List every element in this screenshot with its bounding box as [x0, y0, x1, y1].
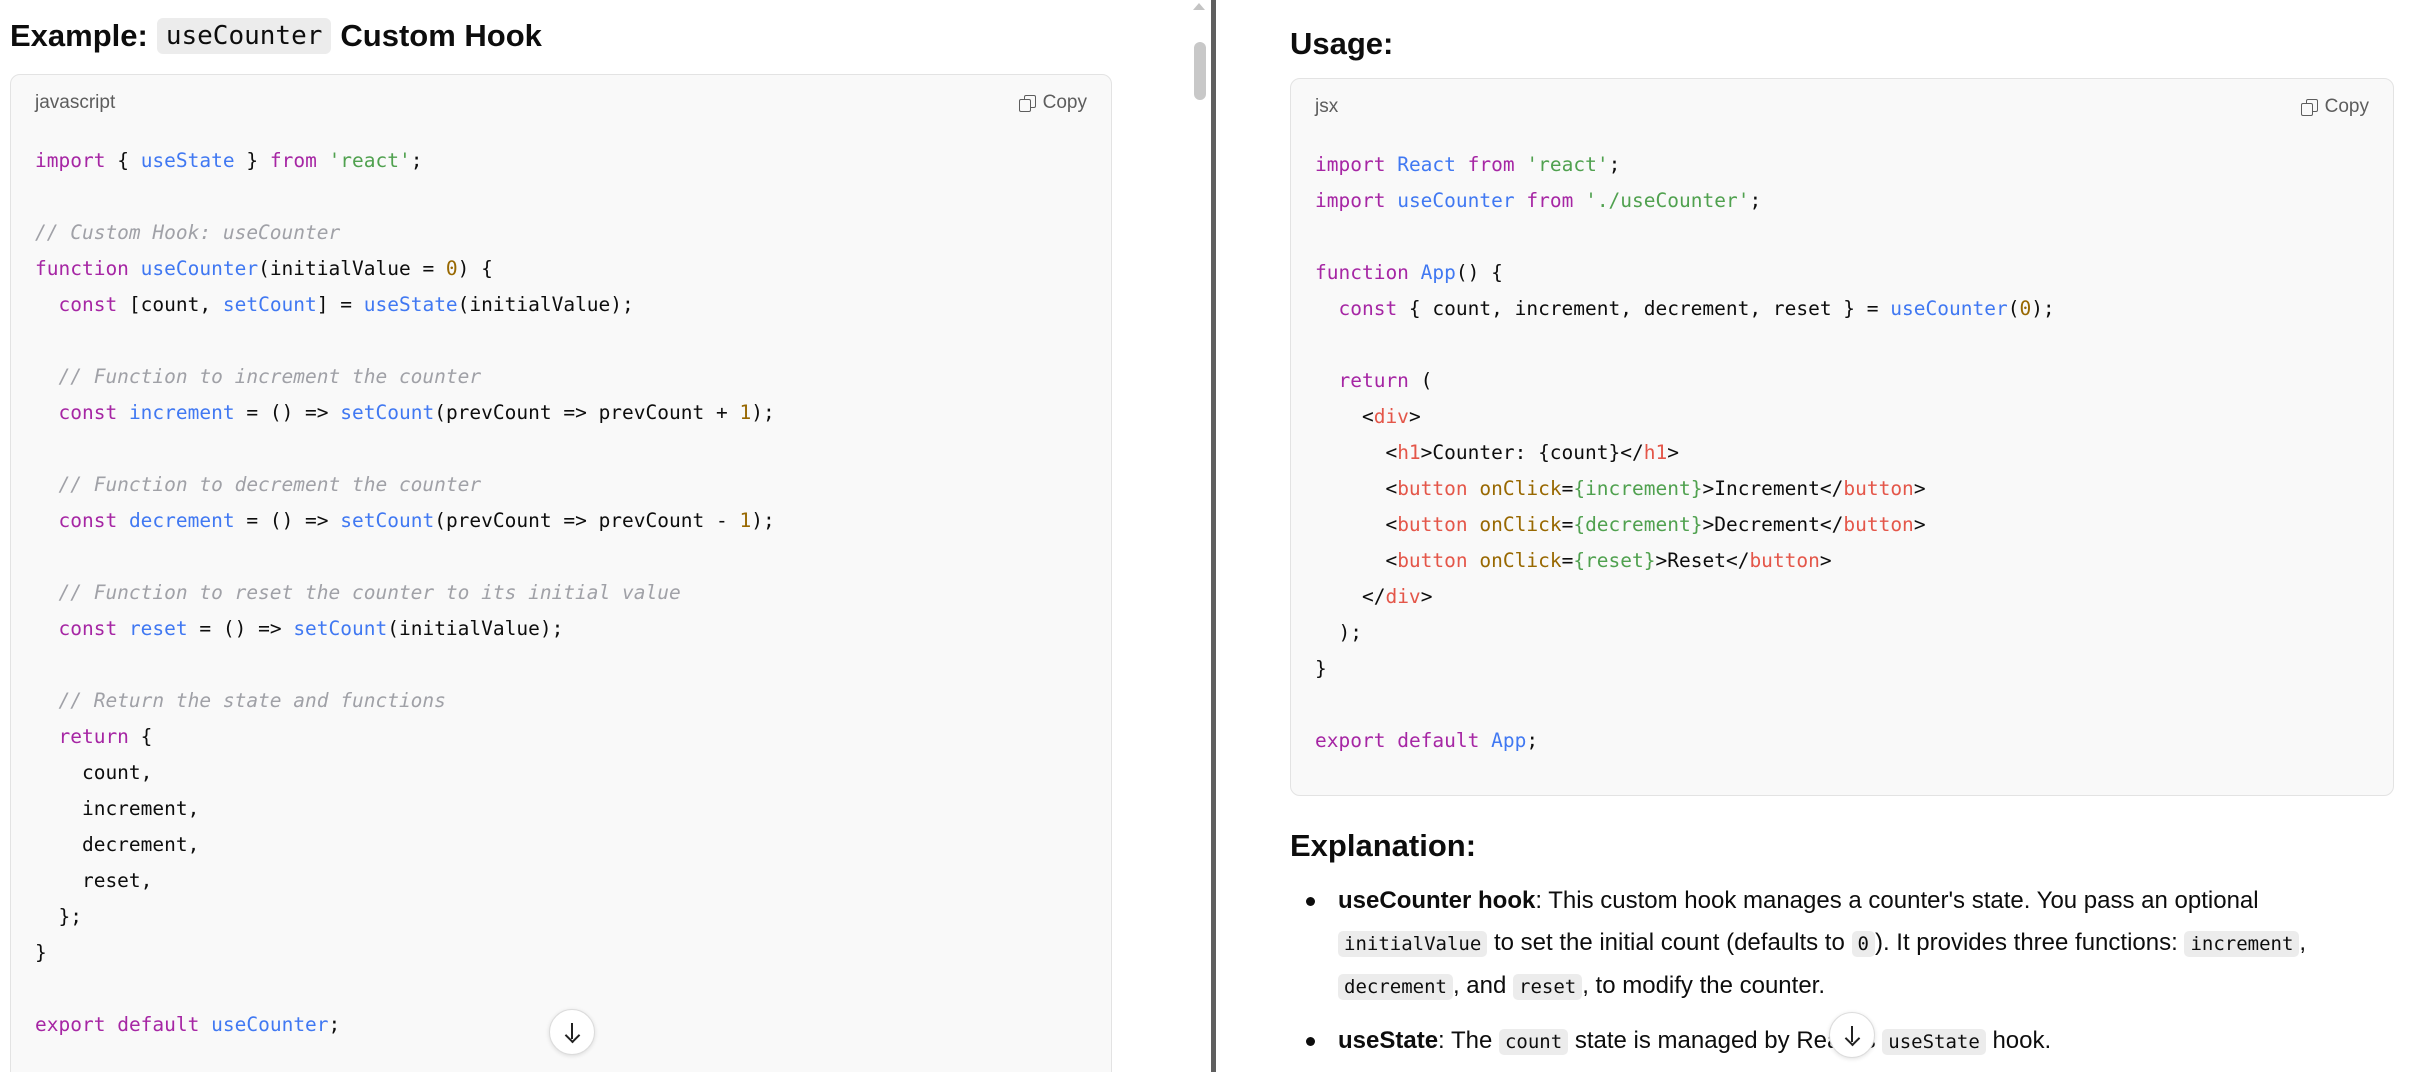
- code-block-header: jsx Copy: [1291, 79, 2393, 135]
- scroll-to-bottom-button[interactable]: [549, 1009, 595, 1055]
- copy-label: Copy: [1042, 92, 1087, 113]
- list-item: useCounter hook: This custom hook manage…: [1290, 880, 2410, 1008]
- title-suffix: Custom Hook: [340, 18, 542, 53]
- copy-label: Copy: [2324, 96, 2369, 117]
- scroll-up-arrow-icon[interactable]: [1193, 3, 1205, 10]
- arrow-down-icon: [1844, 1025, 1860, 1045]
- split-divider[interactable]: [1211, 0, 1216, 1072]
- title-inline-code: useCounter: [156, 18, 332, 54]
- explanation-heading: Explanation:: [1290, 828, 1477, 863]
- list-item-text: hook.: [1985, 1027, 2052, 1054]
- list-item-text: , and: [1452, 972, 1513, 999]
- copy-icon: [1018, 95, 1036, 112]
- title-prefix: Example:: [10, 18, 148, 53]
- list-item-text: : This custom hook manages a counter's s…: [1535, 887, 2259, 914]
- left-pane: Example: useCounter Custom Hook javascri…: [0, 0, 1192, 1072]
- inline-code: reset: [1513, 974, 1583, 1000]
- page-title: Example: useCounter Custom Hook: [10, 18, 542, 54]
- copy-code-button[interactable]: Copy: [2300, 96, 2369, 118]
- list-item-text: to set the initial count (defaults to: [1487, 929, 1852, 956]
- code-language-label: jsx: [1315, 96, 1339, 117]
- code-content: import { useState } from 'react'; // Cus…: [35, 149, 775, 1036]
- scroll-to-bottom-button[interactable]: [1829, 1012, 1875, 1058]
- code-language-label: javascript: [35, 92, 116, 113]
- code-block-jsx: jsx Copy import React from 'react'; impo…: [1290, 78, 2394, 796]
- inline-code: 0: [1851, 931, 1875, 957]
- list-item-text: , to modify the counter.: [1582, 972, 1826, 999]
- list-item-bold: useCounter hook: [1338, 887, 1536, 914]
- list-item-text: ). It provides three functions:: [1874, 929, 2185, 956]
- list-item-text: ,: [2299, 929, 2307, 956]
- inline-code: decrement: [1338, 974, 1453, 1000]
- code-content: import React from 'react'; import useCou…: [1315, 153, 2055, 752]
- list-item-bold: useState: [1338, 1027, 1439, 1054]
- code-block-javascript: javascript Copy import { useState } from…: [10, 74, 1112, 1072]
- inline-code: initialValue: [1338, 931, 1488, 957]
- scrollbar-track[interactable]: [1190, 0, 1210, 1072]
- inline-code: count: [1498, 1029, 1569, 1055]
- copy-code-button[interactable]: Copy: [1018, 92, 1087, 114]
- code-block-header: javascript Copy: [11, 75, 1111, 131]
- arrow-down-icon: [564, 1022, 580, 1042]
- list-item-text: : The: [1438, 1027, 1499, 1054]
- inline-code: increment: [2184, 931, 2300, 957]
- copy-icon: [2300, 99, 2318, 116]
- scrollbar-thumb[interactable]: [1194, 42, 1206, 100]
- inline-code: useState: [1882, 1029, 1986, 1055]
